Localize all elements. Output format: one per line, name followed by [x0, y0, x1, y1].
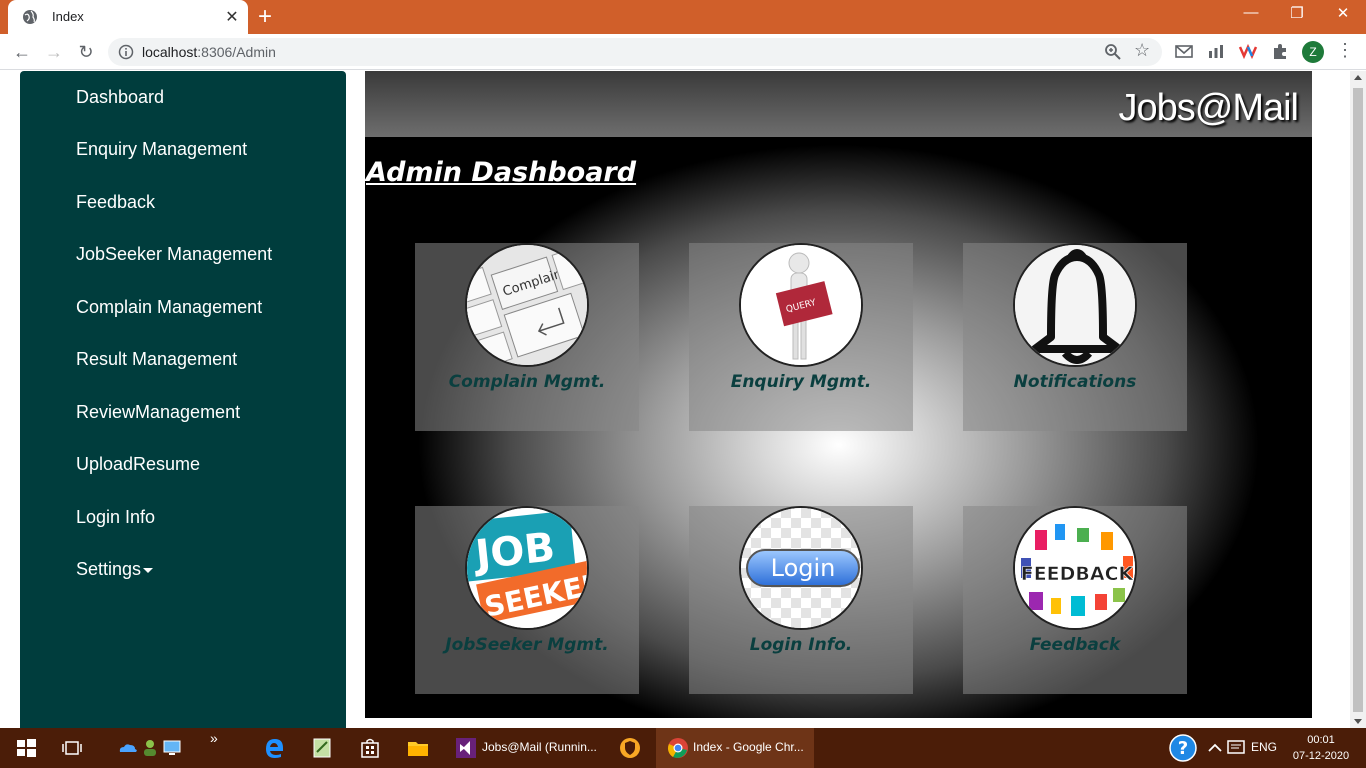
zoom-icon[interactable]	[1104, 43, 1122, 61]
puzzle-extensions-icon[interactable]	[1270, 41, 1290, 61]
card-login-info[interactable]: Login Login Info.	[689, 506, 913, 694]
page-viewport: Dashboard Enquiry Management Feedback Jo…	[0, 71, 1350, 728]
task-view-icon[interactable]	[60, 736, 84, 760]
tab-title: Index	[52, 9, 84, 24]
card-label: Complain Mgmt.	[448, 372, 606, 392]
scroll-down-icon[interactable]	[1354, 719, 1362, 724]
card-label: JobSeeker Mgmt.	[445, 635, 609, 655]
url-text[interactable]: localhost:8306/Admin	[142, 44, 276, 60]
card-label: Enquiry Mgmt.	[730, 372, 872, 392]
job-seekers-icon: JOB SEEKERS	[465, 506, 589, 630]
feedback-icon-text: FEEDBACK	[1021, 563, 1135, 585]
back-button[interactable]: ←	[10, 40, 34, 64]
system-clock[interactable]: 00:01 07-12-2020	[1290, 732, 1352, 764]
login-icon-text: Login	[771, 554, 836, 582]
scroll-up-icon[interactable]	[1354, 75, 1362, 80]
address-bar[interactable]: localhost:8306/Admin ☆	[108, 38, 1162, 66]
card-label: Feedback	[1029, 635, 1121, 655]
chrome-icon	[668, 738, 688, 758]
visual-studio-icon	[456, 738, 476, 758]
reload-button[interactable]: ↻	[74, 40, 98, 64]
windows-taskbar: » Jobs@Mail (Runnin... Index - Google Ch…	[0, 728, 1366, 768]
taskbar-app-label: Index - Google Chr...	[693, 740, 804, 754]
edge-browser-icon[interactable]	[262, 736, 286, 760]
feedback-icon: FEEDBACK	[1013, 506, 1137, 630]
card-notifications[interactable]: Notifications	[963, 243, 1187, 431]
brand-logo-text: Jobs@Mail	[1118, 87, 1299, 129]
forward-button[interactable]: →	[42, 40, 66, 64]
clock-date: 07-12-2020	[1292, 750, 1350, 762]
user-tray-icon[interactable]	[138, 736, 162, 760]
windows-start-icon[interactable]	[14, 736, 38, 760]
dashboard-main: Admin Dashboard Complain Complain Mgmt. …	[365, 137, 1312, 718]
caret-down-icon	[143, 567, 154, 573]
tab-close-icon[interactable]: ✕	[224, 7, 240, 27]
restore-button[interactable]: ❐	[1274, 4, 1320, 22]
sidebar-item-complain-management[interactable]: Complain Management	[76, 297, 262, 318]
card-label: Notifications	[1013, 372, 1137, 392]
close-window-button[interactable]: ✕	[1320, 4, 1366, 22]
monitor-tray-icon[interactable]	[160, 736, 184, 760]
help-icon[interactable]: ?	[1168, 733, 1198, 763]
store-icon[interactable]	[358, 736, 382, 760]
site-info-icon[interactable]	[118, 44, 134, 60]
settings-label: Settings	[76, 559, 142, 579]
card-feedback[interactable]: FEEDBACK Feedback	[963, 506, 1187, 694]
browser-menu-icon[interactable]: ⋮	[1336, 40, 1354, 61]
card-complain-mgmt[interactable]: Complain Complain Mgmt.	[415, 243, 639, 431]
scroll-thumb[interactable]	[1353, 88, 1363, 712]
vpn-shield-icon[interactable]	[618, 736, 642, 760]
browser-titlebar: Index ✕ + — ❐ ✕	[0, 0, 1366, 34]
minimize-button[interactable]: —	[1228, 4, 1274, 21]
sidebar-item-review-management[interactable]: ReviewManagement	[76, 402, 240, 423]
clock-time: 00:01	[1307, 734, 1335, 746]
card-label: Login Info.	[749, 635, 853, 655]
file-explorer-icon[interactable]	[406, 736, 430, 760]
sidebar-item-settings[interactable]: Settings	[76, 559, 154, 580]
sidebar-item-result-management[interactable]: Result Management	[76, 349, 237, 370]
mail-extension-icon[interactable]	[1174, 41, 1194, 61]
svg-text:?: ?	[1178, 738, 1188, 759]
sidebar-item-login-info[interactable]: Login Info	[76, 507, 155, 528]
bookmark-star-icon[interactable]: ☆	[1134, 40, 1150, 61]
sidebar-item-feedback[interactable]: Feedback	[76, 192, 155, 213]
action-center-icon[interactable]	[1224, 736, 1248, 760]
globe-icon	[23, 10, 37, 24]
complain-keyboard-icon: Complain	[465, 243, 589, 367]
overflow-chevron[interactable]: »	[210, 730, 218, 746]
taskbar-app-chrome[interactable]: Index - Google Chr...	[656, 728, 814, 768]
card-jobseeker-mgmt[interactable]: JOB SEEKERS JobSeeker Mgmt.	[415, 506, 639, 694]
language-indicator[interactable]: ENG	[1251, 740, 1277, 754]
login-button-icon: Login	[739, 506, 863, 630]
analytics-extension-icon[interactable]	[1206, 41, 1226, 61]
new-tab-button[interactable]: +	[258, 3, 272, 31]
browser-tab[interactable]: Index ✕	[8, 0, 248, 34]
onedrive-icon[interactable]	[116, 736, 140, 760]
notepad-app-icon[interactable]	[310, 736, 334, 760]
browser-toolbar: ← → ↻ localhost:8306/Admin ☆ Z ⋮	[0, 34, 1366, 70]
sidebar: Dashboard Enquiry Management Feedback Jo…	[20, 71, 346, 728]
sidebar-item-enquiry-management[interactable]: Enquiry Management	[76, 139, 247, 160]
enquiry-figure-icon: QUERY	[739, 243, 863, 367]
colorful-extension-icon[interactable]	[1238, 41, 1258, 61]
taskbar-app-visual-studio[interactable]: Jobs@Mail (Runnin...	[444, 728, 600, 768]
sidebar-item-dashboard[interactable]: Dashboard	[76, 87, 164, 108]
card-enquiry-mgmt[interactable]: QUERY Enquiry Mgmt.	[689, 243, 913, 431]
sidebar-item-jobseeker-management[interactable]: JobSeeker Management	[76, 244, 272, 265]
bell-icon	[1013, 243, 1137, 367]
site-header: Jobs@Mail	[365, 71, 1312, 137]
sidebar-item-upload-resume[interactable]: UploadResume	[76, 454, 200, 475]
taskbar-app-label: Jobs@Mail (Runnin...	[482, 740, 597, 754]
profile-avatar[interactable]: Z	[1302, 41, 1324, 63]
page-title: Admin Dashboard	[366, 157, 637, 188]
page-scrollbar[interactable]	[1350, 71, 1366, 728]
